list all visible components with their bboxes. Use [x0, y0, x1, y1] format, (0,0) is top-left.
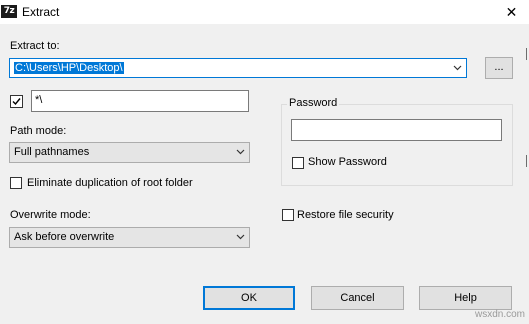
path-mode-selected: Full pathnames [14, 146, 90, 158]
ok-button[interactable]: OK [203, 286, 295, 310]
help-button[interactable]: Help [419, 286, 512, 310]
title-bar [0, 0, 529, 24]
checkmark-icon [12, 98, 21, 106]
scrollbar-mark [526, 155, 527, 167]
extract-path-value: C:\Users\HP\Desktop\ [14, 62, 124, 74]
overwrite-mode-dropdown[interactable]: Ask before overwrite [9, 227, 250, 248]
watermark-text: wsxdn.com [475, 309, 526, 320]
password-group-label: Password [287, 97, 340, 109]
chevron-down-icon[interactable] [236, 147, 245, 156]
subfolder-input[interactable]: *\ [31, 90, 249, 112]
restore-security-checkbox[interactable] [282, 209, 294, 221]
show-password-checkbox[interactable] [292, 157, 304, 169]
subfolder-input-value: *\ [35, 94, 43, 106]
window-title: Extract [22, 5, 60, 19]
browse-button[interactable]: ... [485, 57, 513, 79]
extract-to-label: Extract to: [10, 40, 60, 52]
chevron-down-icon[interactable] [453, 63, 462, 72]
chevron-down-icon[interactable] [236, 232, 245, 241]
cancel-button[interactable]: Cancel [311, 286, 404, 310]
show-password-label: Show Password [308, 156, 387, 168]
password-groupbox [281, 104, 513, 186]
7zip-app-icon: 7z [1, 5, 17, 18]
overwrite-mode-selected: Ask before overwrite [14, 231, 115, 243]
close-button[interactable]: ✕ [494, 0, 529, 24]
extract-path-combobox[interactable]: C:\Users\HP\Desktop\ [9, 58, 467, 78]
path-mode-dropdown[interactable]: Full pathnames [9, 142, 250, 163]
eliminate-duplication-label: Eliminate duplication of root folder [27, 177, 193, 189]
scrollbar-mark [526, 48, 527, 60]
path-mode-label: Path mode: [10, 125, 67, 137]
restore-security-label: Restore file security [297, 209, 394, 221]
overwrite-mode-label: Overwrite mode: [10, 209, 91, 221]
subfolder-checkbox[interactable] [10, 95, 23, 108]
password-input[interactable] [291, 119, 502, 141]
eliminate-duplication-checkbox[interactable] [10, 177, 22, 189]
